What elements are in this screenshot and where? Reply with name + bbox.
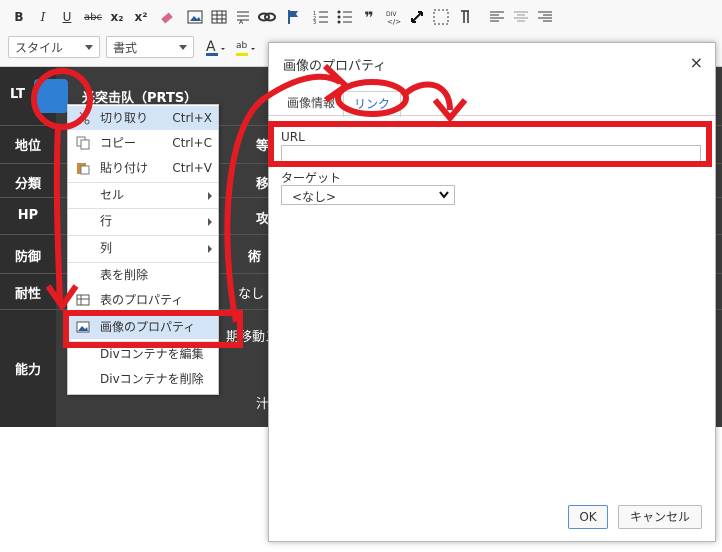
cell-fragment: なし [238,287,265,302]
dialog-title: 画像のプロパティ [283,59,387,74]
scissors-icon [76,111,90,125]
row-label-ability: 能力 [14,363,41,378]
numbered-list-icon[interactable]: 123 [310,6,332,28]
row-label-class: 分類 [14,177,41,192]
style-combo-label: スタイル [15,41,64,55]
menu-item-shortcut: Ctrl+V [172,161,212,175]
tab-divider [269,115,715,116]
link-icon[interactable] [256,6,278,28]
context-menu: 切り取り Ctrl+X コピー Ctrl+C 貼り付け Ctrl+V セル 行 … [67,104,219,395]
annotation-box-url [268,121,712,167]
italic-button[interactable]: I [32,6,54,28]
menu-item-paste[interactable]: 貼り付け Ctrl+V [68,156,218,180]
svg-text:</>: </> [387,18,401,25]
close-icon[interactable]: × [690,53,703,72]
chevron-down-icon [179,45,187,50]
show-blocks-icon[interactable] [430,6,452,28]
align-center-icon[interactable] [510,6,532,28]
maximize-icon[interactable] [406,6,428,28]
bullet-list-icon[interactable] [334,6,356,28]
superscript-button[interactable]: x² [130,6,152,28]
clipboard-icon [77,163,90,175]
menu-item-label: 列 [100,241,113,255]
svg-text:3: 3 [313,20,316,24]
target-label: ターゲット [281,171,342,185]
menu-item-label: 貼り付け [100,161,149,175]
menu-item-label: 表のプロパティ [100,293,184,307]
menu-item-delete-table[interactable]: 表を削除 [68,263,218,287]
tab-link[interactable]: リンク [343,91,402,117]
anchor-flag-icon[interactable] [282,6,304,28]
div-container-icon[interactable]: DIV </> [382,6,404,28]
format-combo[interactable]: 書式 [106,36,194,58]
style-combo[interactable]: スタイル [8,36,100,58]
svg-text:A: A [206,39,216,55]
image-properties-dialog: 画像のプロパティ × 画像情報 リンク URL ターゲット <なし> OK キャ… [268,42,716,542]
image-icon[interactable] [184,6,206,28]
menu-item-shortcut: Ctrl+X [172,111,212,125]
menu-item-delete-div[interactable]: Divコンテナを削除 [68,367,218,391]
submenu-arrow-icon [208,218,212,226]
menu-item-copy[interactable]: コピー Ctrl+C [68,131,218,155]
row-label-defense: 防御 [14,250,41,265]
annotation-box-menu [63,310,243,348]
underline-button[interactable]: U [56,6,78,28]
eraser-icon[interactable] [156,6,178,28]
target-select[interactable]: <なし> [281,185,455,205]
menu-item-label: 表を削除 [100,268,149,282]
character-avatar [34,79,68,113]
strikethrough-button[interactable]: abc [82,6,104,28]
menu-item-shortcut: Ctrl+C [172,136,212,150]
special-char-icon[interactable]: A [232,6,254,28]
chevron-down-icon [439,191,449,199]
format-combo-label: 書式 [113,41,138,55]
menu-item-column[interactable]: 列 [68,236,218,260]
menu-item-row[interactable]: 行 [68,209,218,233]
chevron-down-icon [85,45,93,50]
copy-icon [76,136,90,150]
menu-item-label: 切り取り [100,111,149,125]
target-select-value: <なし> [292,190,337,204]
cancel-button[interactable]: キャンセル [618,505,702,529]
svg-text:ab: ab [236,41,248,51]
submenu-arrow-icon [208,192,212,200]
svg-text:DIV: DIV [386,11,397,18]
align-right-icon[interactable] [534,6,556,28]
row-label-resistance: 耐性 [14,287,41,302]
align-left-icon[interactable] [486,6,508,28]
menu-item-label: コピー [100,136,137,150]
ok-button[interactable]: OK [568,505,608,529]
background-color-icon[interactable]: ab [234,37,256,59]
table-prefix: LT [10,87,25,102]
menu-item-label: セル [100,188,125,202]
menu-item-label: Divコンテナを削除 [100,372,204,386]
menu-item-label: 行 [100,214,113,228]
tab-image-info[interactable]: 画像情報 [277,91,345,115]
menu-item-cell[interactable]: セル [68,183,218,207]
row-label-hp: HP [17,208,39,223]
menu-item-cut[interactable]: 切り取り Ctrl+X [68,106,218,130]
bold-button[interactable]: B [8,6,30,28]
cell-fragment: 術 [248,250,262,265]
text-color-icon[interactable]: A [204,37,226,59]
menu-item-table-properties[interactable]: 表のプロパティ [68,288,218,312]
table-icon [76,294,90,306]
blockquote-icon[interactable]: ❞ [358,6,380,28]
table-icon[interactable] [208,6,230,28]
row-label-rank: 地位 [14,139,41,154]
paragraph-icon[interactable] [454,6,476,28]
submenu-arrow-icon [208,245,212,253]
subscript-button[interactable]: x₂ [106,6,128,28]
